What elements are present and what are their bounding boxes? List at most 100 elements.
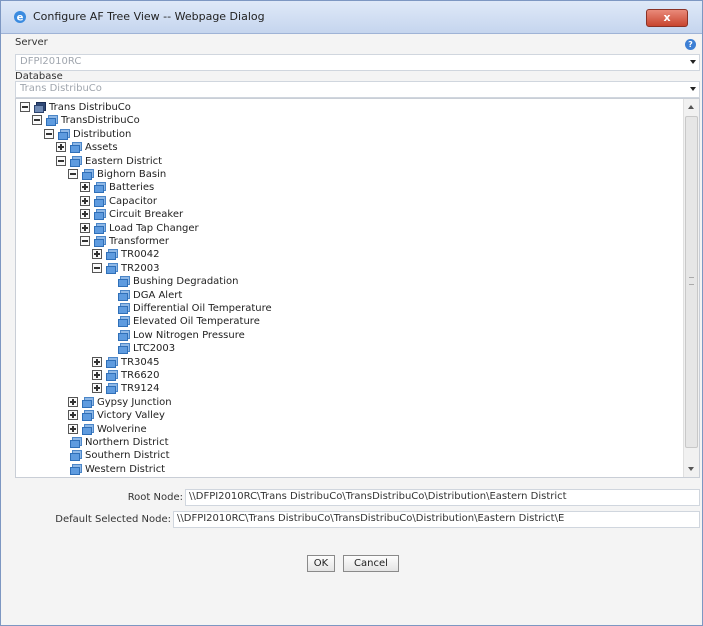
expand-plus-icon[interactable] (80, 209, 90, 220)
element-icon (94, 195, 106, 207)
tree-node[interactable]: Elevated Oil Temperature (16, 315, 676, 328)
expand-plus-icon[interactable] (92, 370, 102, 380)
expand-plus-icon[interactable] (68, 396, 78, 407)
expand-plus-icon[interactable] (68, 423, 78, 434)
tree-node-label[interactable]: Wolverine (97, 423, 147, 436)
element-icon (70, 155, 82, 167)
tree-node-label[interactable]: LTC2003 (133, 342, 175, 355)
dialog-window: e Configure AF Tree View -- Webpage Dial… (0, 0, 703, 626)
tree-node-label[interactable]: Assets (85, 141, 118, 154)
root-node-field[interactable]: \\DFPI2010RC\Trans DistribuCo\TransDistr… (185, 489, 700, 506)
tree-scrollbar[interactable] (683, 99, 699, 477)
expand-plus-icon[interactable] (80, 195, 90, 206)
tree-node-label[interactable]: TR3045 (121, 356, 160, 369)
collapse-minus-icon[interactable] (92, 262, 102, 273)
tree-node[interactable]: TR3045 (16, 356, 676, 369)
tree-node[interactable]: Low Nitrogen Pressure (16, 329, 676, 342)
tree-node[interactable]: Eastern District (16, 155, 676, 168)
tree-node-label[interactable]: Gypsy Junction (97, 396, 172, 409)
scroll-down-icon[interactable] (688, 467, 694, 471)
expand-plus-icon[interactable] (56, 142, 66, 153)
tree-node[interactable]: Western District (16, 463, 676, 476)
collapse-minus-icon[interactable] (44, 128, 54, 139)
scroll-up-icon[interactable] (688, 105, 694, 109)
tree-node[interactable]: Trans DistribuCo (16, 101, 676, 114)
expand-plus-icon[interactable] (80, 182, 90, 193)
tree-node[interactable]: DGA Alert (16, 289, 676, 302)
tree-node[interactable]: TR9124 (16, 382, 676, 395)
tree-node-label[interactable]: Western District (85, 463, 165, 476)
root-node-label: Root Node: (127, 492, 183, 503)
tree-node[interactable]: Bighorn Basin (16, 168, 676, 181)
collapse-minus-icon[interactable] (32, 115, 42, 126)
tree-node[interactable]: TransDistribuCo (16, 114, 676, 127)
tree-node-label[interactable]: Capacitor (109, 195, 157, 208)
tree-node[interactable]: Differential Oil Temperature (16, 302, 676, 315)
tree-node-label[interactable]: Distribution (73, 128, 131, 141)
tree-node-label[interactable]: Batteries (109, 181, 154, 194)
tree-node[interactable]: Circuit Breaker (16, 208, 676, 221)
tree-node-label[interactable]: Eastern District (85, 155, 162, 168)
element-icon (94, 182, 106, 194)
title-bar[interactable]: e Configure AF Tree View -- Webpage Dial… (1, 1, 702, 34)
tree-node-label[interactable]: Load Tap Changer (109, 222, 199, 235)
tree-node[interactable]: TR6620 (16, 369, 676, 382)
tree-node[interactable]: Transformer (16, 235, 676, 248)
tree-node-label[interactable]: Elevated Oil Temperature (133, 315, 260, 328)
tree-node-label[interactable]: Differential Oil Temperature (133, 302, 272, 315)
tree-node[interactable]: Northern District (16, 436, 676, 449)
tree-node-label[interactable]: Bighorn Basin (97, 168, 166, 181)
tree-node[interactable]: Distribution (16, 128, 676, 141)
tree-node[interactable]: Assets (16, 141, 676, 154)
expand-plus-icon[interactable] (92, 356, 102, 367)
expand-plus-icon[interactable] (92, 383, 102, 394)
element-icon (94, 222, 106, 234)
chevron-down-icon[interactable] (690, 87, 696, 91)
tree-node-label[interactable]: TR6620 (121, 369, 160, 382)
database-select[interactable]: Trans DistribuCo (15, 81, 700, 98)
expand-plus-icon[interactable] (80, 222, 90, 233)
tree-node-label[interactable]: Northern District (85, 436, 169, 449)
server-select[interactable]: DFPI2010RC (15, 54, 700, 71)
tree-node-label[interactable]: TR9124 (121, 382, 160, 395)
tree-node[interactable]: Southern District (16, 449, 676, 462)
tree-node-label[interactable]: TransDistribuCo (61, 114, 140, 127)
collapse-minus-icon[interactable] (20, 102, 30, 112)
tree-node[interactable]: Gypsy Junction (16, 396, 676, 409)
af-tree-view[interactable]: Trans DistribuCo TransDistribuCo Distribut… (15, 98, 700, 478)
ok-button[interactable]: OK (307, 555, 335, 572)
help-icon[interactable]: ? (685, 39, 696, 50)
tree-node[interactable]: LTC2003 (16, 342, 676, 355)
scroll-thumb[interactable] (685, 116, 698, 448)
tree-node-label[interactable]: Circuit Breaker (109, 208, 183, 221)
collapse-minus-icon[interactable] (80, 236, 90, 246)
tree-node-label[interactable]: DGA Alert (133, 289, 182, 302)
tree-node-label[interactable]: Trans DistribuCo (49, 101, 131, 114)
tree-node-label[interactable]: Low Nitrogen Pressure (133, 329, 245, 342)
collapse-minus-icon[interactable] (68, 169, 78, 179)
tree-node[interactable]: TR2003 (16, 262, 676, 275)
tree-node[interactable]: Wolverine (16, 423, 676, 436)
tree-node[interactable]: TR0042 (16, 248, 676, 261)
tree-node-label[interactable]: TR0042 (121, 248, 160, 261)
default-selected-node-value: \\DFPI2010RC\Trans DistribuCo\TransDistr… (177, 513, 565, 524)
chevron-down-icon[interactable] (690, 60, 696, 64)
tree-node-label[interactable]: Transformer (109, 235, 169, 248)
expand-plus-icon[interactable] (92, 249, 102, 260)
close-button[interactable]: x (646, 9, 688, 27)
tree-node-label[interactable]: TR2003 (121, 262, 160, 275)
cancel-button[interactable]: Cancel (343, 555, 399, 572)
tree-node[interactable]: Batteries (16, 181, 676, 194)
tree-node[interactable]: Victory Valley (16, 409, 676, 422)
tree-node-label[interactable]: Victory Valley (97, 409, 165, 422)
tree-node[interactable]: Bushing Degradation (16, 275, 676, 288)
default-selected-node-field[interactable]: \\DFPI2010RC\Trans DistribuCo\TransDistr… (173, 511, 700, 528)
tree-node-label[interactable]: Southern District (85, 449, 170, 462)
collapse-minus-icon[interactable] (56, 155, 66, 166)
tree-node-label[interactable]: Bushing Degradation (133, 275, 238, 288)
element-icon (118, 329, 130, 341)
expand-plus-icon[interactable] (68, 410, 78, 421)
tree-node[interactable]: Capacitor (16, 195, 676, 208)
tree-node[interactable]: Load Tap Changer (16, 222, 676, 235)
element-icon (118, 343, 130, 355)
